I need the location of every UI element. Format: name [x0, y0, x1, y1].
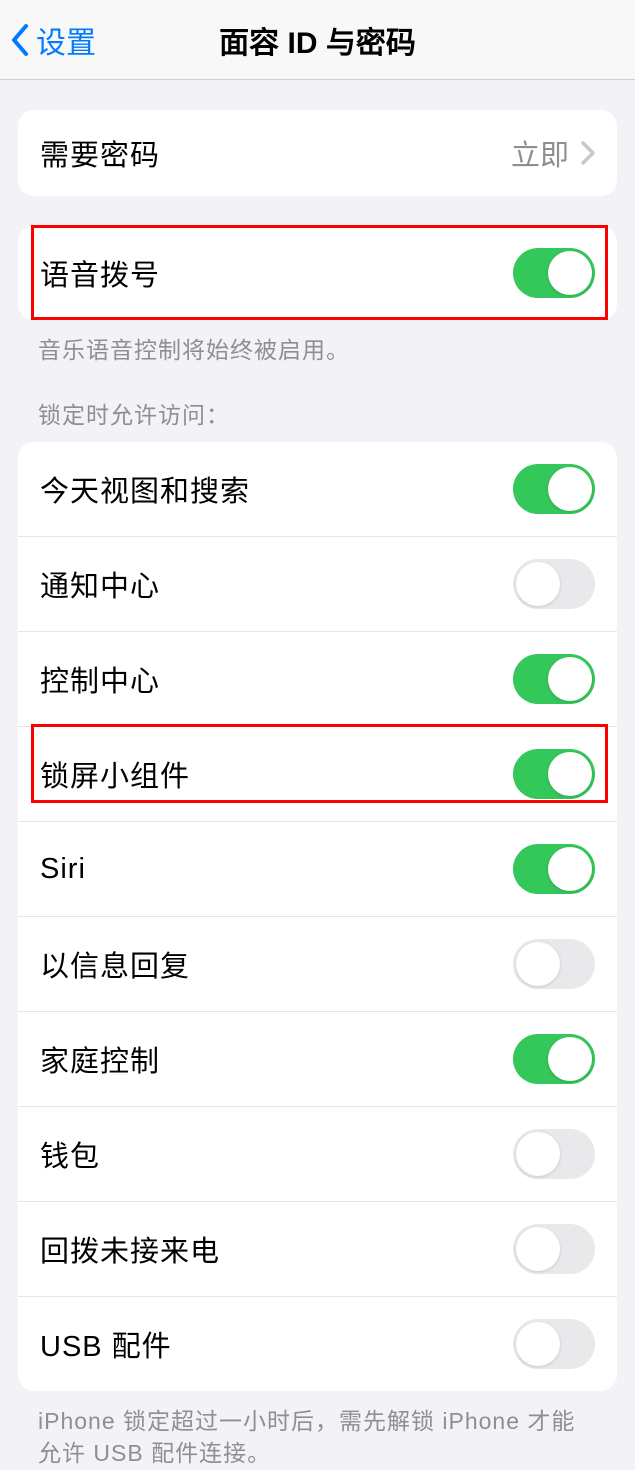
- notification-center-toggle[interactable]: [513, 559, 595, 609]
- toggle-knob: [516, 562, 560, 606]
- lock-access-row-today-view: 今天视图和搜索: [18, 442, 617, 537]
- lock-widgets-toggle[interactable]: [513, 749, 595, 799]
- toggle-knob: [548, 1037, 592, 1081]
- toggle-knob: [548, 752, 592, 796]
- back-label: 设置: [36, 18, 96, 62]
- voice-dial-toggle[interactable]: [513, 248, 595, 298]
- lock-access-footer: iPhone 锁定超过一小时后，需先解锁 iPhone 才能允许 USB 配件连…: [18, 1391, 617, 1469]
- require-passcode-row[interactable]: 需要密码 立即: [18, 110, 617, 196]
- lock-access-row-reply-message: 以信息回复: [18, 917, 617, 1012]
- voice-dial-label: 语音拨号: [40, 252, 160, 294]
- page-title: 面容 ID 与密码: [219, 18, 416, 62]
- lock-access-header: 锁定时允许访问：: [18, 396, 617, 442]
- back-button[interactable]: 设置: [0, 18, 96, 62]
- lock-access-card: 今天视图和搜索通知中心控制中心锁屏小组件 Siri 以信息回复家庭控制钱包回拨未接来…: [18, 442, 617, 1391]
- content: 需要密码 立即 语音拨号 音乐语音控制将始终被启用。 锁定时允许访问：: [0, 110, 635, 1470]
- lock-access-label: 通知中心: [40, 563, 160, 605]
- lock-access-label: Siri: [40, 853, 86, 886]
- lock-access-label: 今天视图和搜索: [40, 468, 250, 510]
- passcode-group: 需要密码 立即: [18, 110, 617, 196]
- lock-access-group: 锁定时允许访问： 今天视图和搜索通知中心控制中心锁屏小组件 Siri 以信息回复家庭…: [18, 396, 617, 1469]
- reply-message-toggle[interactable]: [513, 939, 595, 989]
- lock-access-row-usb-accessories: USB 配件: [18, 1297, 617, 1391]
- lock-access-label: USB 配件: [40, 1323, 172, 1365]
- lock-access-row-home-control: 家庭控制: [18, 1012, 617, 1107]
- lock-access-row-lock-widgets: 锁屏小组件: [18, 727, 617, 822]
- toggle-knob: [516, 1227, 560, 1271]
- wallet-toggle[interactable]: [513, 1129, 595, 1179]
- control-center-toggle[interactable]: [513, 654, 595, 704]
- chevron-right-icon: [581, 141, 595, 165]
- toggle-knob: [548, 467, 592, 511]
- today-view-toggle[interactable]: [513, 464, 595, 514]
- chevron-left-icon: [10, 23, 30, 57]
- lock-access-row-notification-center: 通知中心: [18, 537, 617, 632]
- toggle-knob: [516, 942, 560, 986]
- lock-access-label: 以信息回复: [40, 943, 190, 985]
- return-calls-toggle[interactable]: [513, 1224, 595, 1274]
- lock-access-label: 家庭控制: [40, 1038, 160, 1080]
- voice-dial-row: 语音拨号: [18, 226, 617, 320]
- lock-access-label: 锁屏小组件: [40, 753, 190, 795]
- toggle-knob: [548, 251, 592, 295]
- toggle-knob: [548, 847, 592, 891]
- lock-access-row-return-calls: 回拨未接来电: [18, 1202, 617, 1297]
- lock-access-row-control-center: 控制中心: [18, 632, 617, 727]
- lock-access-label: 钱包: [40, 1133, 100, 1175]
- voice-dial-card: 语音拨号: [18, 226, 617, 320]
- lock-access-label: 控制中心: [40, 658, 160, 700]
- toggle-knob: [516, 1322, 560, 1366]
- siri-toggle[interactable]: [513, 844, 595, 894]
- voice-dial-group: 语音拨号 音乐语音控制将始终被启用。: [18, 226, 617, 366]
- usb-accessories-toggle[interactable]: [513, 1319, 595, 1369]
- passcode-card: 需要密码 立即: [18, 110, 617, 196]
- lock-access-row-wallet: 钱包: [18, 1107, 617, 1202]
- require-passcode-label: 需要密码: [40, 132, 160, 174]
- lock-access-label: 回拨未接来电: [40, 1228, 220, 1270]
- toggle-knob: [548, 657, 592, 701]
- home-control-toggle[interactable]: [513, 1034, 595, 1084]
- navigation-bar: 设置 面容 ID 与密码: [0, 0, 635, 80]
- require-passcode-value: 立即: [511, 132, 595, 174]
- voice-dial-footer: 音乐语音控制将始终被启用。: [18, 320, 617, 366]
- lock-access-row-siri: Siri: [18, 822, 617, 917]
- toggle-knob: [516, 1132, 560, 1176]
